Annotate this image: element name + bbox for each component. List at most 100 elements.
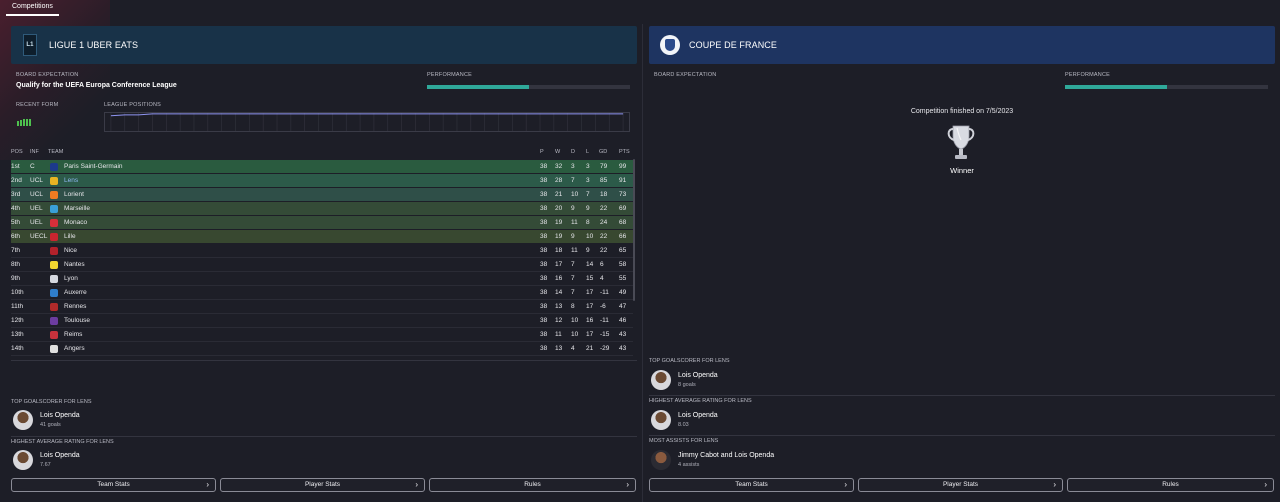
row-p: 38 — [540, 247, 548, 254]
button-label: Player Stats — [942, 481, 979, 488]
team-name-link[interactable]: Lyon — [64, 272, 78, 285]
col-inf[interactable]: INF — [30, 149, 39, 155]
most-assists-label: MOST ASSISTS FOR LENS — [649, 438, 719, 444]
trophy-icon — [947, 125, 975, 159]
team-name-link[interactable]: Rennes — [64, 300, 86, 313]
team-name-link[interactable]: Auxerre — [64, 286, 87, 299]
top-goalscorer-label: TOP GOALSCORER FOR LENS — [11, 399, 92, 405]
col-d[interactable]: D — [571, 149, 575, 155]
col-l[interactable]: L — [586, 149, 589, 155]
row-gd: 79 — [600, 163, 608, 170]
tab-competitions[interactable]: Competitions — [6, 0, 59, 16]
row-l: 10 — [586, 233, 594, 240]
col-gd[interactable]: GD — [599, 149, 607, 155]
team-name-link[interactable]: Angers — [64, 342, 85, 355]
row-gd: -11 — [600, 289, 609, 296]
table-row[interactable]: 11th 38 13 8 17 -6 47 Rennes — [11, 300, 633, 313]
table-row[interactable]: 13th 38 11 10 17 -15 43 Reims — [11, 328, 633, 341]
table-row[interactable]: 3rd UCL 38 21 10 7 18 73 Lorient — [11, 188, 633, 201]
row-pts: 69 — [619, 205, 627, 212]
row-pos: 14th — [11, 345, 24, 352]
row-w: 13 — [555, 303, 563, 310]
row-d: 7 — [571, 177, 575, 184]
team-name-link[interactable]: Lens — [64, 174, 78, 187]
top-goalscorer-row[interactable]: Lois Openda 41 goals — [13, 410, 313, 432]
background-accent — [0, 0, 110, 160]
top-goalscorer-row[interactable]: Lois Openda 8 goals — [651, 370, 951, 392]
player-avatar — [13, 450, 33, 470]
team-name-link[interactable]: Nantes — [64, 258, 85, 271]
row-d: 8 — [571, 303, 575, 310]
recent-form-bars — [17, 118, 31, 126]
team-stats-button[interactable]: Team Stats › — [649, 478, 854, 492]
col-pts[interactable]: PTS — [619, 149, 630, 155]
club-badge-icon — [50, 316, 58, 325]
table-row[interactable]: 14th 38 13 4 21 -29 43 Angers — [11, 342, 633, 355]
cup-name: COUPE DE FRANCE — [689, 40, 778, 50]
rules-button[interactable]: Rules › — [429, 478, 636, 492]
table-row[interactable]: 1st C 38 32 3 3 79 99 Paris Saint-Germain — [11, 160, 633, 173]
team-name-link[interactable]: Toulouse — [64, 314, 90, 327]
club-badge-icon — [50, 274, 58, 283]
row-w: 28 — [555, 177, 563, 184]
most-assists-row[interactable]: Jimmy Cabot and Lois Openda 4 assists — [651, 450, 951, 472]
highest-rating-row[interactable]: Lois Openda 8.03 — [651, 410, 951, 432]
table-row[interactable]: 4th UEL 38 20 9 9 22 69 Marseille — [11, 202, 633, 215]
table-row[interactable]: 5th UEL 38 19 11 8 24 68 Monaco — [11, 216, 633, 229]
col-pos[interactable]: POS — [11, 149, 23, 155]
row-w: 21 — [555, 191, 563, 198]
form-bar — [17, 121, 19, 126]
row-w: 17 — [555, 261, 563, 268]
button-label: Rules — [1162, 481, 1179, 488]
table-row[interactable]: 8th 38 17 7 14 6 58 Nantes — [11, 258, 633, 271]
row-p: 38 — [540, 233, 548, 240]
rules-button[interactable]: Rules › — [1067, 478, 1274, 492]
section-divider — [11, 360, 637, 361]
table-scrollbar[interactable] — [633, 159, 635, 301]
team-name-link[interactable]: Nice — [64, 244, 77, 257]
table-row[interactable]: 2nd UCL 38 28 7 3 85 91 Lens — [11, 174, 633, 187]
table-row[interactable]: 9th 38 16 7 15 4 55 Lyon — [11, 272, 633, 285]
team-name-link[interactable]: Monaco — [64, 216, 87, 229]
club-badge-icon — [50, 232, 58, 241]
team-name-link[interactable]: Lille — [64, 230, 76, 243]
button-label: Team Stats — [735, 481, 768, 488]
section-divider — [649, 435, 1275, 436]
player-avatar — [651, 410, 671, 430]
row-l: 7 — [586, 191, 590, 198]
cup-header[interactable]: COUPE DE FRANCE — [649, 26, 1275, 64]
team-name-link[interactable]: Reims — [64, 328, 82, 341]
col-team[interactable]: TEAM — [48, 149, 63, 155]
row-pos: 11th — [11, 303, 24, 310]
team-name-link[interactable]: Lorient — [64, 188, 84, 201]
table-row[interactable]: 6th UECL 38 19 9 10 22 66 Lille — [11, 230, 633, 243]
league-header[interactable]: L1 LIGUE 1 UBER EATS — [11, 26, 637, 64]
league-name: LIGUE 1 UBER EATS — [49, 40, 139, 50]
table-row[interactable]: 7th 38 18 11 9 22 65 Nice — [11, 244, 633, 257]
row-d: 11 — [571, 219, 578, 226]
col-w[interactable]: W — [555, 149, 560, 155]
row-d: 10 — [571, 191, 579, 198]
row-p: 38 — [540, 191, 548, 198]
col-p[interactable]: P — [540, 149, 544, 155]
row-inf: UCL — [30, 191, 44, 198]
row-pos: 12th — [11, 317, 24, 324]
row-gd: -11 — [600, 317, 609, 324]
chevron-right-icon: › — [1264, 480, 1267, 489]
team-name-link[interactable]: Marseille — [64, 202, 90, 215]
team-stats-button[interactable]: Team Stats › — [11, 478, 216, 492]
row-p: 38 — [540, 317, 548, 324]
row-l: 17 — [586, 289, 594, 296]
club-badge-icon — [50, 344, 58, 353]
table-row[interactable]: 12th 38 12 10 16 -11 46 Toulouse — [11, 314, 633, 327]
player-stats-button[interactable]: Player Stats › — [858, 478, 1063, 492]
table-row[interactable]: 10th 38 14 7 17 -11 49 Auxerre — [11, 286, 633, 299]
recent-form-label: RECENT FORM — [16, 102, 59, 108]
row-pos: 7th — [11, 247, 21, 254]
player-stats-button[interactable]: Player Stats › — [220, 478, 425, 492]
highest-rating-row[interactable]: Lois Openda 7.67 — [13, 450, 313, 472]
row-l: 14 — [586, 261, 594, 268]
row-inf: UEL — [30, 219, 43, 226]
row-pts: 43 — [619, 331, 627, 338]
team-name-link[interactable]: Paris Saint-Germain — [64, 160, 123, 173]
